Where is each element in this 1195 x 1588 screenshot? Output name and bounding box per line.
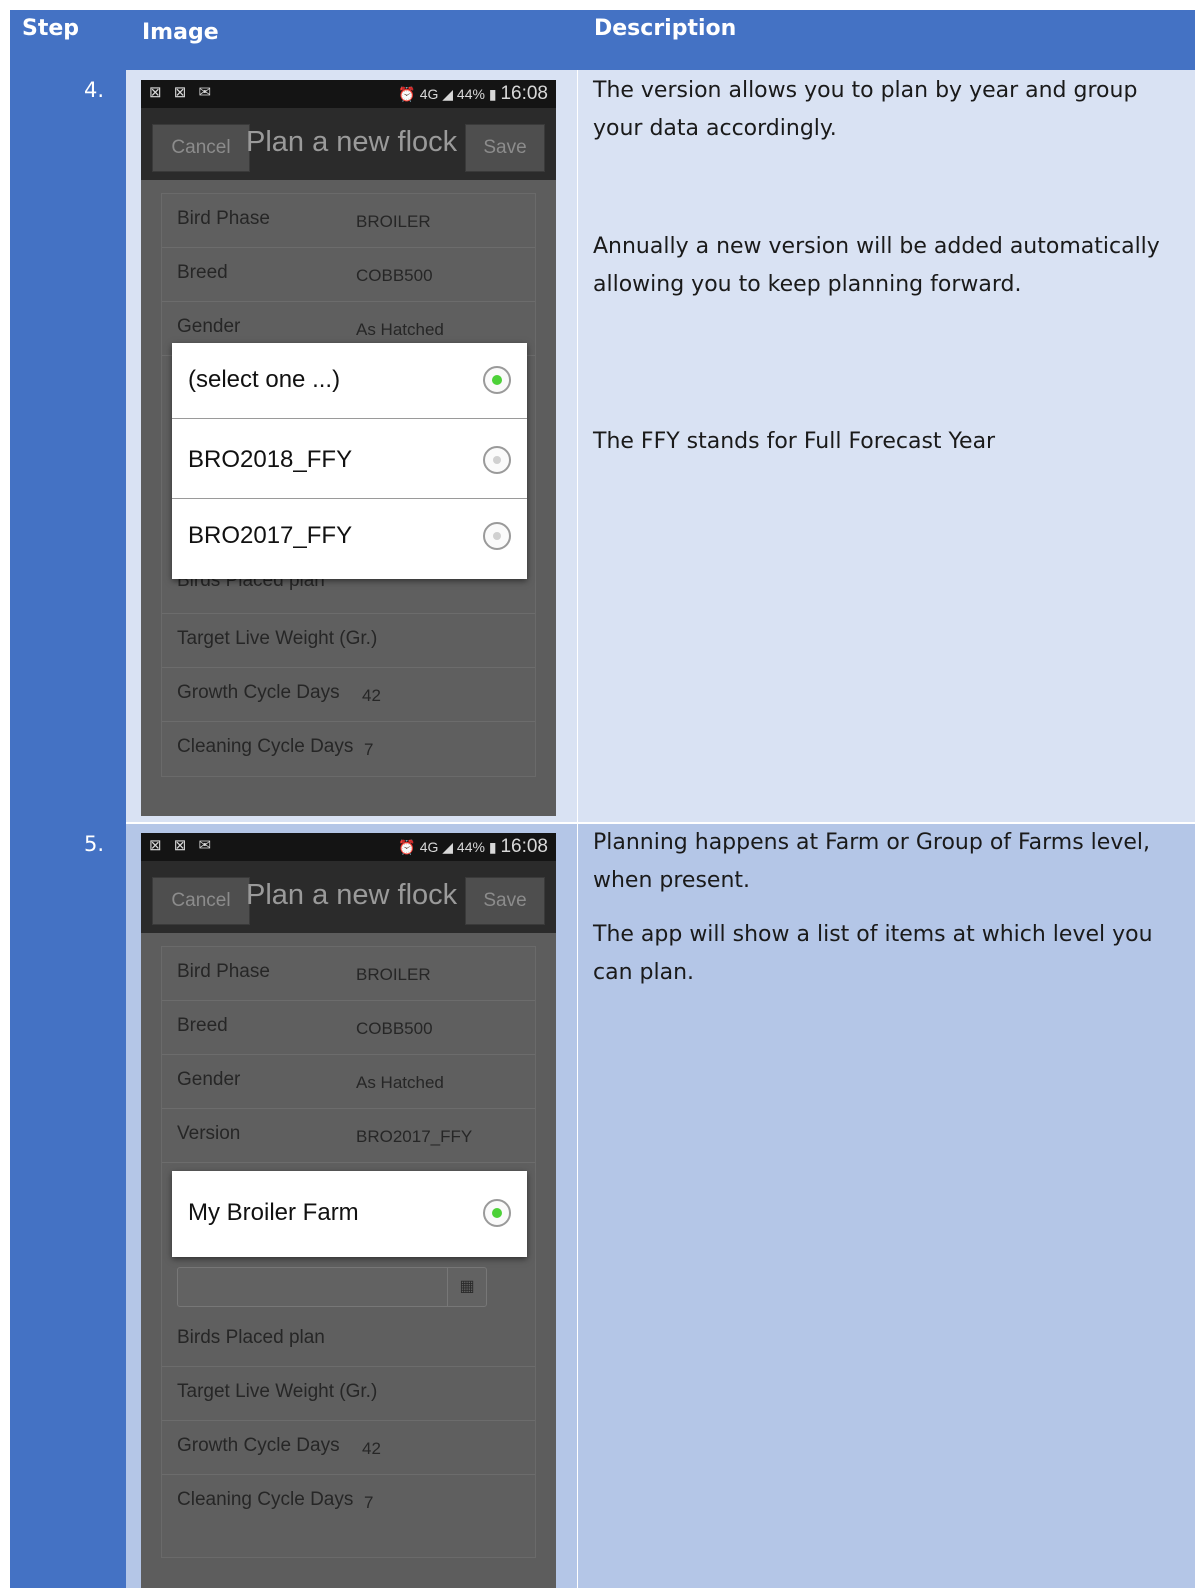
field-label: Cleaning Cycle Days	[177, 1489, 354, 1510]
form-row[interactable]: Target Live Weight (Gr.)	[162, 1367, 535, 1421]
option-label: BRO2017_FFY	[188, 522, 353, 549]
field-label: Bird Phase	[177, 208, 270, 229]
field-label: Target Live Weight (Gr.)	[177, 628, 378, 649]
status-icon-group: ⏰ 4G ◢ 44% ▮	[398, 839, 497, 855]
header-image: Image	[142, 20, 219, 45]
option-label: BRO2018_FFY	[188, 446, 353, 473]
field-label: Target Live Weight (Gr.)	[177, 1381, 378, 1402]
radio-unselected-icon[interactable]	[483, 522, 511, 550]
radio-selected-icon[interactable]	[483, 1199, 511, 1227]
field-label: Breed	[177, 1015, 228, 1036]
field-value: BRO2017_FFY	[356, 1127, 473, 1146]
cancel-button[interactable]: Cancel	[152, 877, 250, 925]
status-icons: ⏰ 4G ◢ 44% ▮ 16:08	[398, 83, 548, 105]
form-row[interactable]: Cleaning Cycle Days 7	[162, 722, 535, 775]
save-button[interactable]: Save	[465, 124, 545, 172]
farm-picker-dialog: My Broiler Farm	[172, 1171, 527, 1257]
field-value: 7	[364, 740, 374, 759]
description-paragraph: Annually a new version will be added aut…	[593, 234, 1160, 297]
field-label: Growth Cycle Days	[177, 1435, 340, 1456]
calendar-icon[interactable]: ▦	[447, 1268, 486, 1306]
field-value: 42	[362, 686, 381, 705]
dialog-option[interactable]: BRO2018_FFY	[172, 423, 527, 499]
radio-unselected-icon[interactable]	[483, 446, 511, 474]
form-row[interactable]: Version BRO2017_FFY	[162, 1109, 535, 1163]
field-value: BROILER	[356, 212, 431, 231]
cancel-button[interactable]: Cancel	[152, 124, 250, 172]
clock: 16:08	[500, 83, 548, 104]
form-row[interactable]: Bird Phase BROILER	[162, 194, 535, 248]
description-paragraph: Planning happens at Farm or Group of Far…	[593, 830, 1150, 893]
field-value: COBB500	[356, 266, 433, 285]
field-label: Bird Phase	[177, 961, 270, 982]
status-bar: ⊠ ⊠ ✉ ⏰ 4G ◢ 44% ▮ 16:08	[141, 833, 556, 861]
field-value: As Hatched	[356, 320, 444, 339]
radio-selected-icon[interactable]	[483, 366, 511, 394]
form-row[interactable]: Birds Placed plan	[162, 1313, 535, 1367]
table-header: Step Image Description	[10, 10, 1195, 70]
description-paragraph: The app will show a list of items at whi…	[593, 922, 1153, 985]
step-number: 5.	[83, 832, 104, 856]
notification-icons: ⊠ ⊠ ✉	[149, 837, 216, 854]
screen-title: Plan a new flock	[246, 126, 458, 158]
option-label: My Broiler Farm	[188, 1199, 359, 1226]
field-value: As Hatched	[356, 1073, 444, 1092]
description-cell: The version allows you to plan by year a…	[578, 70, 1195, 822]
dialog-option[interactable]: My Broiler Farm	[172, 1176, 527, 1251]
field-value: COBB500	[356, 1019, 433, 1038]
form-row[interactable]: Breed COBB500	[162, 1001, 535, 1055]
form-row[interactable]: Gender As Hatched	[162, 1055, 535, 1109]
step-number: 4.	[83, 78, 104, 102]
description-cell: Planning happens at Farm or Group of Far…	[578, 824, 1195, 1588]
date-input[interactable]: ▦	[177, 1267, 487, 1307]
field-value: 7	[364, 1493, 374, 1512]
screen-title: Plan a new flock	[246, 879, 458, 911]
phone-screenshot: ⊠ ⊠ ✉ ⏰ 4G ◢ 44% ▮ 16:08 Cancel Plan a n…	[141, 80, 556, 816]
status-icons: ⏰ 4G ◢ 44% ▮ 16:08	[398, 836, 548, 858]
form-row[interactable]: Growth Cycle Days 42	[162, 668, 535, 722]
header-step: Step	[22, 16, 80, 41]
description-paragraph: The version allows you to plan by year a…	[593, 78, 1138, 141]
phone-screenshot: ⊠ ⊠ ✉ ⏰ 4G ◢ 44% ▮ 16:08 Cancel Plan a n…	[141, 833, 556, 1588]
option-label: (select one ...)	[188, 366, 341, 393]
form-row[interactable]: Cleaning Cycle Days 7	[162, 1475, 535, 1528]
description-paragraph: The FFY stands for Full Forecast Year	[593, 429, 996, 454]
field-label: Version	[177, 1123, 241, 1144]
dialog-option[interactable]: BRO2017_FFY	[172, 499, 527, 574]
status-bar: ⊠ ⊠ ✉ ⏰ 4G ◢ 44% ▮ 16:08	[141, 80, 556, 108]
field-value: 42	[362, 1439, 381, 1458]
header-description: Description	[594, 16, 737, 41]
form-row[interactable]: Target Live Weight (Gr.)	[162, 614, 535, 668]
version-picker-dialog: (select one ...) BRO2018_FFY BRO2017_FFY	[172, 343, 527, 579]
action-bar: Cancel Plan a new flock Save	[141, 108, 556, 180]
step-cell: 5.	[10, 824, 126, 1588]
clock: 16:08	[500, 836, 548, 857]
field-label: Cleaning Cycle Days	[177, 736, 354, 757]
field-label: Birds Placed plan	[177, 1327, 325, 1348]
status-icon-group: ⏰ 4G ◢ 44% ▮	[398, 86, 497, 102]
form-row[interactable]: Growth Cycle Days 42	[162, 1421, 535, 1475]
form-row[interactable]: Bird Phase BROILER	[162, 947, 535, 1001]
action-bar: Cancel Plan a new flock Save	[141, 861, 556, 933]
form-row[interactable]: Breed COBB500	[162, 248, 535, 302]
field-label: Gender	[177, 316, 241, 337]
dialog-option[interactable]: (select one ...)	[172, 343, 527, 419]
field-label: Breed	[177, 262, 228, 283]
field-label: Gender	[177, 1069, 241, 1090]
field-value: BROILER	[356, 965, 431, 984]
save-button[interactable]: Save	[465, 877, 545, 925]
field-label: Growth Cycle Days	[177, 682, 340, 703]
notification-icons: ⊠ ⊠ ✉	[149, 84, 216, 101]
step-cell: 4.	[10, 70, 126, 824]
